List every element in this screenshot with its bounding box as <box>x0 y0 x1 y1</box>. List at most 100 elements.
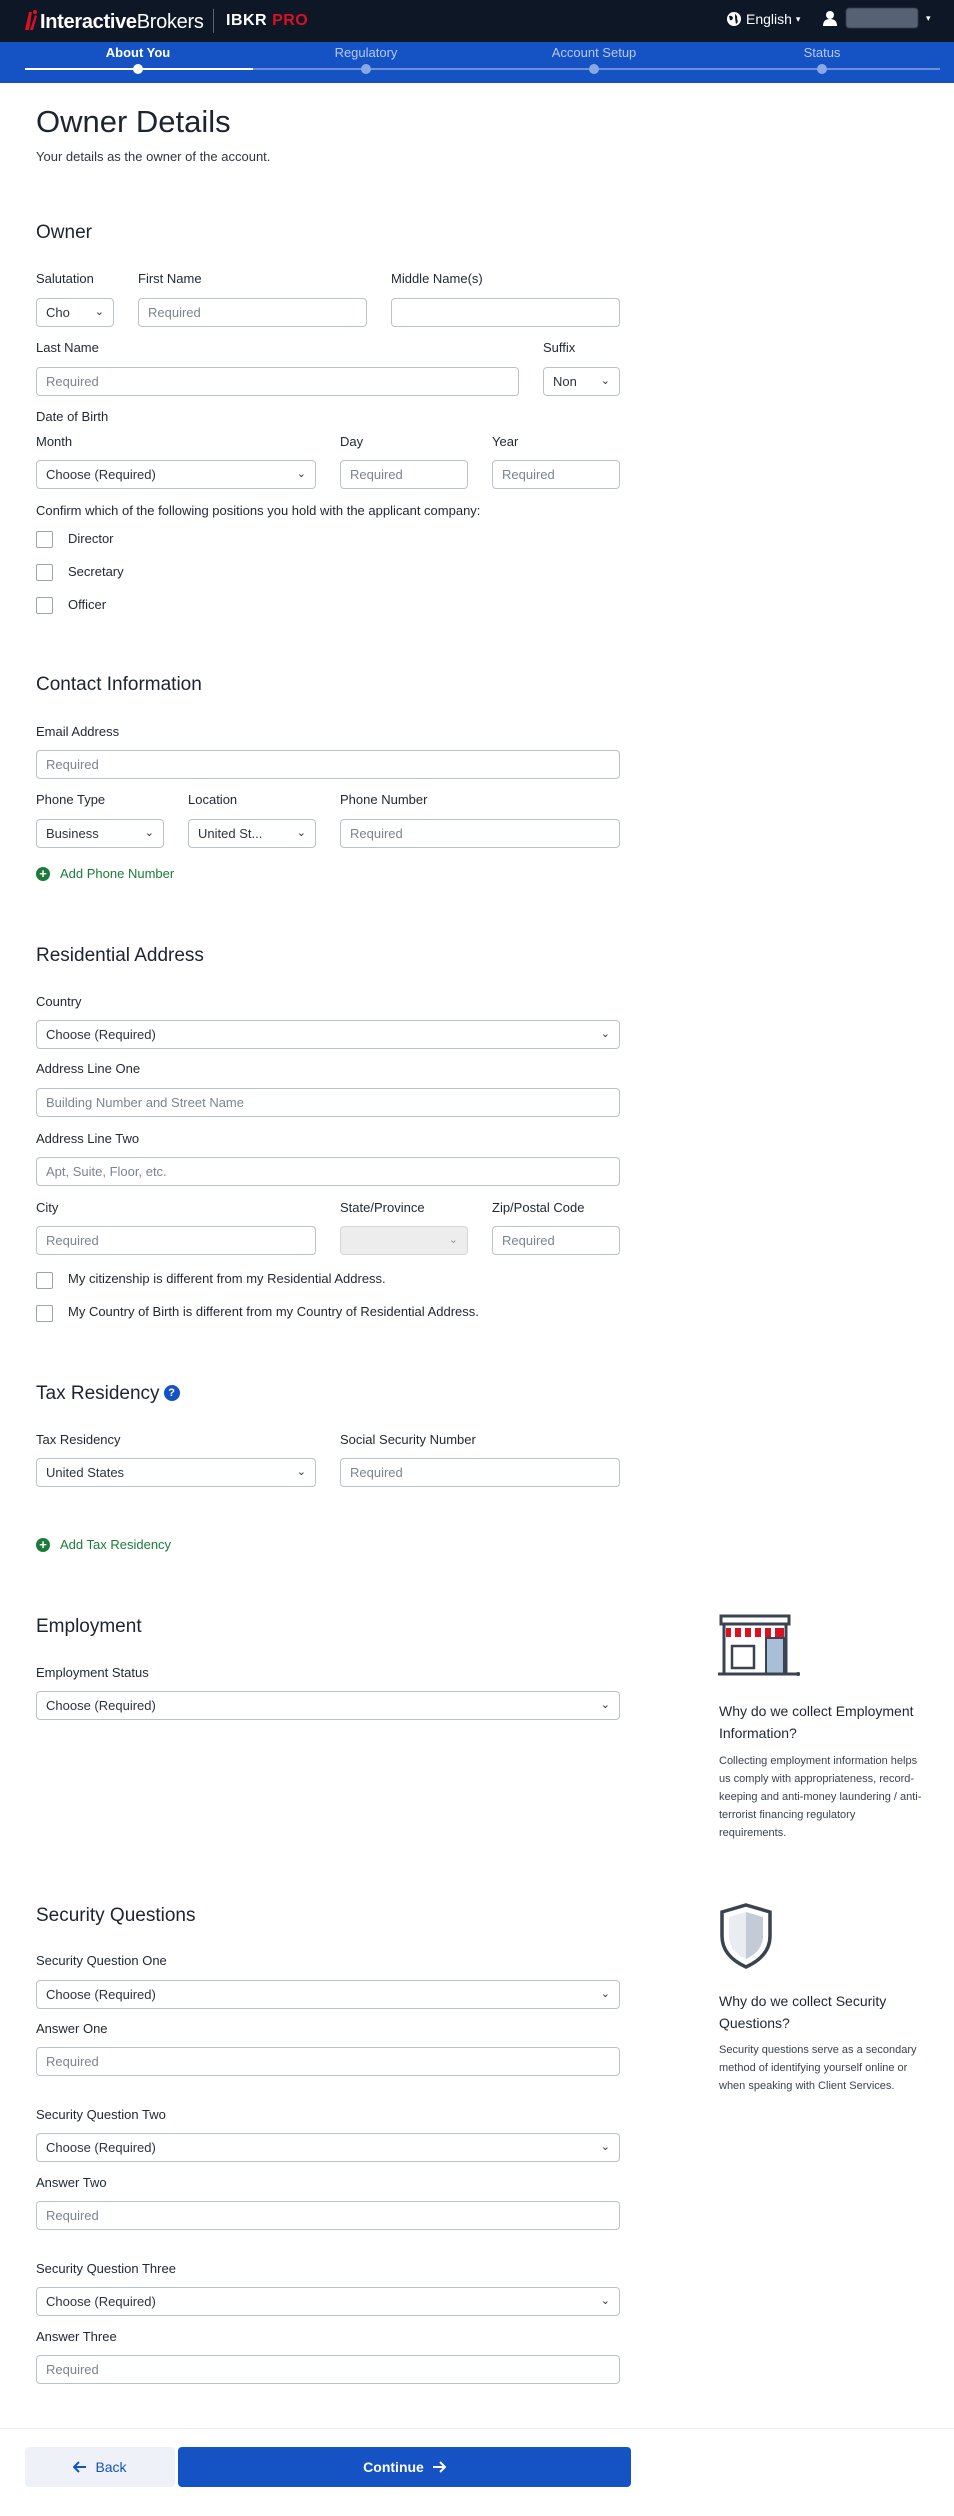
owner-heading: Owner <box>36 222 92 243</box>
chevron-down-icon: ▾ <box>926 12 931 23</box>
step-status[interactable]: Status <box>804 45 841 60</box>
address-heading: Residential Address <box>36 945 204 966</box>
add-phone-number-button[interactable]: + Add Phone Number <box>36 866 174 881</box>
chevron-down-icon: ⌄ <box>600 1028 610 1040</box>
back-button[interactable]: Back <box>25 2447 175 2487</box>
tax-residency-label: Tax Residency <box>36 1432 121 1447</box>
add-phone-label: Add Phone Number <box>60 866 175 881</box>
address-line1-label: Address Line One <box>36 1061 141 1076</box>
first-name-placeholder: Required <box>148 305 201 320</box>
city-field[interactable]: Required <box>36 1226 316 1255</box>
security-q2-select[interactable]: Choose (Required) ⌄ <box>36 2133 620 2162</box>
phone-number-label: Phone Number <box>340 792 428 807</box>
logo-divider <box>213 9 214 33</box>
tax-residency-select[interactable]: United States ⌄ <box>36 1458 316 1487</box>
country-select[interactable]: Choose (Required) ⌄ <box>36 1020 620 1049</box>
logo-bold: Interactive <box>40 11 137 33</box>
chevron-down-icon: ⌄ <box>94 306 104 318</box>
address-line2-field[interactable]: Apt, Suite, Floor, etc. <box>36 1157 620 1186</box>
answer-three-label: Answer Three <box>36 2329 117 2344</box>
day-field[interactable]: Required <box>340 460 468 489</box>
continue-button[interactable]: Continue <box>178 2447 631 2487</box>
secretary-checkbox[interactable] <box>36 564 53 581</box>
step-dot-account-setup <box>589 64 599 74</box>
step-dot-about-you <box>133 64 143 74</box>
chevron-down-icon: ▾ <box>795 13 801 24</box>
employment-heading: Employment <box>36 1616 142 1637</box>
arrow-left-icon <box>73 2461 87 2473</box>
last-name-label: Last Name <box>36 340 99 355</box>
add-tax-residency-button[interactable]: + Add Tax Residency <box>36 1537 171 1552</box>
state-label: State/Province <box>340 1200 425 1215</box>
security-q1-select[interactable]: Choose (Required) ⌄ <box>36 1980 620 2009</box>
birth-country-different-label: My Country of Birth is different from my… <box>68 1304 479 1319</box>
page-title: Owner Details <box>36 104 231 139</box>
answer-two-field[interactable]: Required <box>36 2201 620 2230</box>
citizenship-different-checkbox[interactable] <box>36 1272 53 1289</box>
country-label: Country <box>36 994 82 1009</box>
year-placeholder: Required <box>502 467 555 482</box>
middle-name-label: Middle Name(s) <box>391 271 483 286</box>
country-value: Choose (Required) <box>46 1027 156 1042</box>
answer-three-field[interactable]: Required <box>36 2355 620 2384</box>
dob-label: Date of Birth <box>36 409 109 424</box>
answer-two-placeholder: Required <box>46 2208 99 2223</box>
address-line1-field[interactable]: Building Number and Street Name <box>36 1088 620 1117</box>
employment-status-label: Employment Status <box>36 1665 149 1680</box>
chevron-down-icon: ⌄ <box>600 1699 610 1711</box>
help-icon[interactable]: ? <box>163 1385 180 1401</box>
brand-logo[interactable]: InteractiveBrokers <box>40 11 204 34</box>
first-name-field[interactable]: Required <box>138 298 367 327</box>
last-name-field[interactable]: Required <box>36 367 519 396</box>
year-field[interactable]: Required <box>492 460 620 489</box>
phone-type-label: Phone Type <box>36 792 106 807</box>
middle-name-field[interactable] <box>391 298 620 327</box>
security-q2-label: Security Question Two <box>36 2107 166 2122</box>
security-q1-value: Choose (Required) <box>46 1987 156 2002</box>
phone-number-field[interactable]: Required <box>340 819 620 848</box>
director-checkbox[interactable] <box>36 531 53 548</box>
step-account-setup[interactable]: Account Setup <box>552 45 637 60</box>
back-label: Back <box>95 2459 127 2475</box>
state-select[interactable]: ⌄ <box>340 1226 468 1255</box>
chevron-down-icon: ⌄ <box>296 827 306 839</box>
location-select[interactable]: United St... ⌄ <box>188 819 316 848</box>
product-name: IBKR PRO <box>226 12 308 30</box>
answer-one-field[interactable]: Required <box>36 2047 620 2076</box>
tax-residency-value: United States <box>46 1465 125 1480</box>
chevron-down-icon: ⌄ <box>296 1466 306 1478</box>
address-line2-placeholder: Apt, Suite, Floor, etc. <box>46 1164 167 1179</box>
tax-heading: Tax Residency? <box>36 1383 180 1405</box>
salutation-select[interactable]: Cho ⌄ <box>36 298 114 327</box>
step-regulatory[interactable]: Regulatory <box>335 45 398 60</box>
security-q3-value: Choose (Required) <box>46 2294 156 2309</box>
suffix-select[interactable]: Non ⌄ <box>543 367 620 396</box>
ssn-placeholder: Required <box>350 1465 403 1480</box>
positions-prompt: Confirm which of the following positions… <box>36 503 481 518</box>
officer-checkbox[interactable] <box>36 597 53 614</box>
last-name-placeholder: Required <box>46 374 99 389</box>
birth-country-different-checkbox[interactable] <box>36 1305 53 1322</box>
month-select[interactable]: Choose (Required) ⌄ <box>36 460 316 489</box>
user-name-redacted <box>846 8 918 28</box>
continue-label: Continue <box>363 2459 424 2475</box>
language-selector[interactable]: English ▾ <box>726 11 800 27</box>
shield-icon <box>720 1903 772 1969</box>
ssn-field[interactable]: Required <box>340 1458 620 1487</box>
email-field[interactable]: Required <box>36 750 620 779</box>
salutation-label: Salutation <box>36 271 94 286</box>
user-menu[interactable]: ▾ <box>822 8 931 28</box>
step-dot-status <box>817 64 827 74</box>
arrow-right-icon <box>432 2461 446 2473</box>
chevron-down-icon: ⌄ <box>600 375 610 387</box>
first-name-label: First Name <box>138 271 202 286</box>
employment-status-select[interactable]: Choose (Required) ⌄ <box>36 1691 620 1720</box>
answer-three-placeholder: Required <box>46 2362 99 2377</box>
security-info-body: Security questions serve as a secondary … <box>719 2044 917 2092</box>
secretary-label: Secretary <box>68 564 124 579</box>
step-about-you[interactable]: About You <box>106 45 171 60</box>
month-label: Month <box>36 434 73 449</box>
security-q3-select[interactable]: Choose (Required) ⌄ <box>36 2287 620 2316</box>
phone-type-select[interactable]: Business ⌄ <box>36 819 164 848</box>
zip-field[interactable]: Required <box>492 1226 620 1255</box>
